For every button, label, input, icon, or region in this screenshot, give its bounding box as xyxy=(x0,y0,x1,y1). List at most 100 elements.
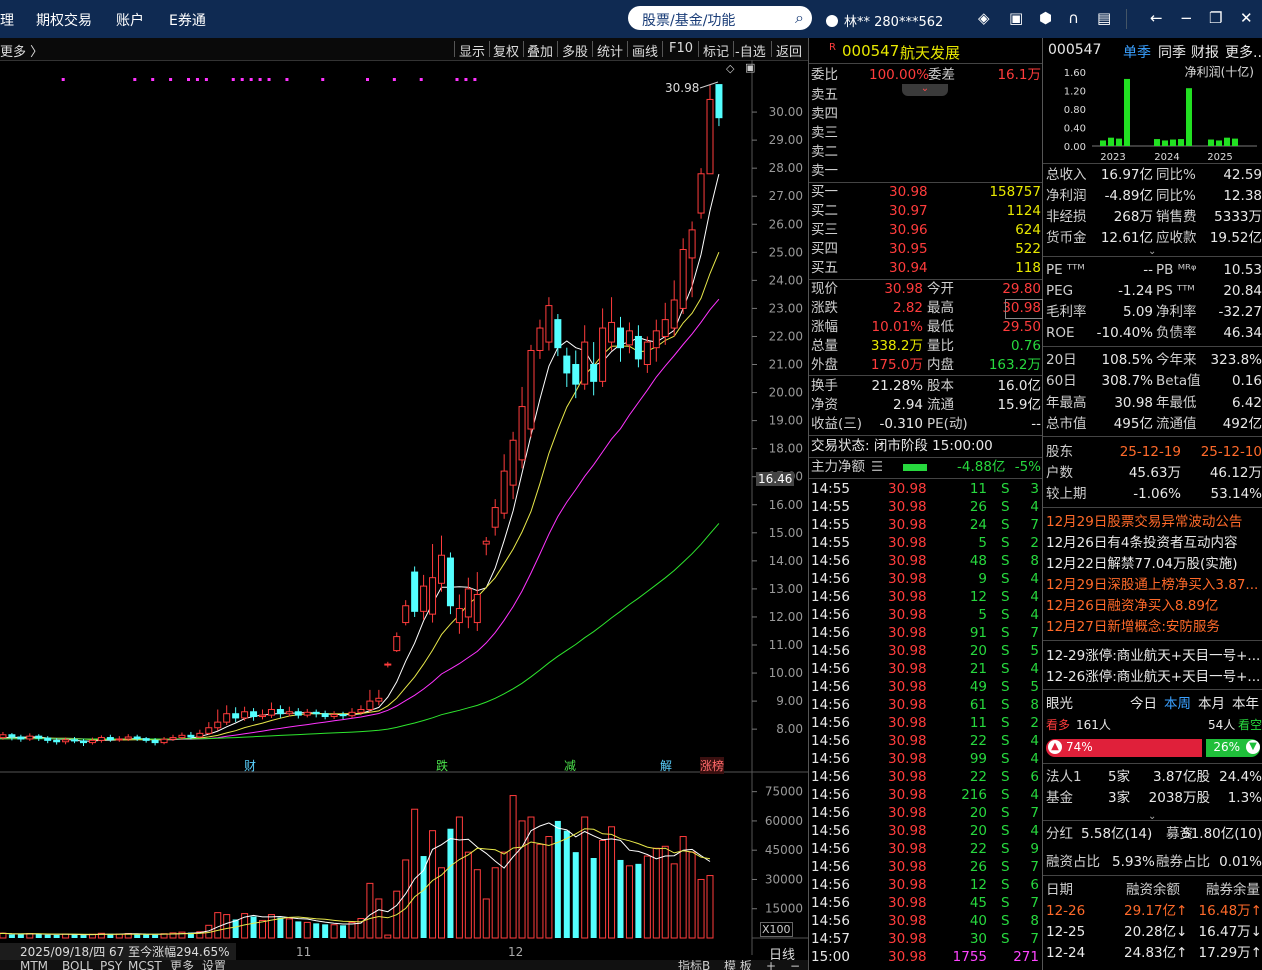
tick-row[interactable]: 14:56 30.98 20 S 7 xyxy=(811,804,1041,822)
sentiment-tab-year[interactable]: 本年 xyxy=(1232,695,1259,714)
event-marker-earnings[interactable]: 财 xyxy=(244,757,256,774)
tick-row[interactable]: 14:56 30.98 20 S 4 xyxy=(811,822,1041,840)
search-icon[interactable]: ⌕ xyxy=(795,8,804,28)
toolbar-multi-stock-button[interactable]: 多股 xyxy=(562,41,588,60)
document-icon[interactable]: ▣ xyxy=(1009,9,1023,27)
tick-row[interactable]: 14:56 30.98 26 S 7 xyxy=(811,858,1041,876)
indicator-b-button[interactable]: 指标B xyxy=(678,960,710,970)
toolbar-display-button[interactable]: 显示 xyxy=(459,41,485,60)
toolbar-draw-button[interactable]: 画线 xyxy=(632,41,658,60)
menu-item-options-trading[interactable]: 期权交易 xyxy=(36,10,92,30)
news-item[interactable]: 12月27日新增概念:安防服务 xyxy=(1046,617,1220,637)
headset-icon[interactable]: ∩ xyxy=(1068,9,1079,27)
message-icon[interactable]: ▤ xyxy=(1097,9,1111,27)
limit-up-news-item[interactable]: 12-26涨停:商业航天+天目一号+... xyxy=(1046,667,1260,687)
tick-row[interactable]: 14:56 30.98 11 S 2 xyxy=(811,714,1041,732)
tab-single-quarter[interactable]: 单季 xyxy=(1123,42,1151,62)
tick-row[interactable]: 14:56 30.98 22 S 4 xyxy=(811,732,1041,750)
expand-chevron-icon[interactable]: ⌄ xyxy=(1148,246,1156,257)
tick-row[interactable]: 14:56 30.98 45 S 7 xyxy=(811,894,1041,912)
toolbar-mark-button[interactable]: 标记 xyxy=(703,41,729,60)
tick-row[interactable]: 14:56 30.98 61 S 8 xyxy=(811,696,1041,714)
tab-psy[interactable]: PSY xyxy=(100,960,122,970)
buy-level-row[interactable]: 买一 30.98 158757 xyxy=(811,183,1041,202)
window-toggle-icon[interactable]: ▣ xyxy=(745,61,755,74)
toolbar-watchlist-button[interactable]: -自选 xyxy=(735,41,766,60)
tick-row[interactable]: 14:56 30.98 5 S 4 xyxy=(811,606,1041,624)
tick-row[interactable]: 14:56 30.98 99 S 4 xyxy=(811,750,1041,768)
kline-chart[interactable]: 30.00 29.00 28.00 27.00 26.00 25.00 24.00 23.00… xyxy=(0,60,808,970)
tick-row[interactable]: 14:56 30.98 20 S 5 xyxy=(811,642,1041,660)
settings-icon[interactable]: ⬢ xyxy=(1039,9,1052,27)
tick-row[interactable]: 14:56 30.98 22 S 9 xyxy=(811,840,1041,858)
tick-row[interactable]: 14:56 30.98 21 S 4 xyxy=(811,660,1041,678)
tick-row[interactable]: 14:55 30.98 5 S 2 xyxy=(811,534,1041,552)
news-item[interactable]: 12月22日解禁77.04万股(实施) xyxy=(1046,554,1238,574)
thumbs-up-icon[interactable]: ▲ xyxy=(1048,740,1062,754)
event-marker-top-list[interactable]: 涨榜 xyxy=(700,757,725,774)
news-item[interactable]: 12月29日股票交易异常波动公告 xyxy=(1046,512,1242,532)
tick-row[interactable]: 14:55 30.98 26 S 4 xyxy=(811,498,1041,516)
thumbs-down-icon[interactable]: ▼ xyxy=(1246,740,1260,754)
tab-finance-more[interactable]: 更多.. xyxy=(1225,42,1262,62)
toolbar-f10-button[interactable]: F10 xyxy=(669,41,693,56)
tab-more[interactable]: 更多 xyxy=(170,960,194,970)
tick-row[interactable]: 14:56 30.98 91 S 7 xyxy=(811,624,1041,642)
zoom-in-button[interactable]: + xyxy=(766,960,776,970)
layers-icon[interactable]: ◈ xyxy=(978,9,990,27)
tick-row[interactable]: 14:55 30.98 24 S 7 xyxy=(811,516,1041,534)
list-icon[interactable]: ☰ xyxy=(871,458,883,477)
buy-level-row[interactable]: 买四 30.95 522 xyxy=(811,240,1041,259)
sell-level-row[interactable]: 卖四 xyxy=(811,105,1041,124)
limit-up-news-item[interactable]: 12-29涨停:商业航天+天目一号+... xyxy=(1046,646,1260,666)
buy-level-row[interactable]: 买二 30.97 1124 xyxy=(811,202,1041,221)
toolbar-overlay-button[interactable]: 叠加 xyxy=(527,41,553,60)
zoom-out-button[interactable]: − xyxy=(790,960,800,970)
sentiment-tab-today[interactable]: 今日 xyxy=(1130,695,1157,714)
event-marker-unlock[interactable]: 解 xyxy=(660,757,672,774)
menu-item-0[interactable]: 理 xyxy=(0,10,14,30)
more-button[interactable]: 更多 〉 xyxy=(0,41,43,60)
tick-row[interactable]: 14:55 30.98 11 S 3 xyxy=(811,480,1041,498)
sentiment-tab-month[interactable]: 本月 xyxy=(1198,695,1225,714)
sell-level-row[interactable]: 卖五 xyxy=(811,86,1041,105)
close-icon[interactable]: ✕ xyxy=(1240,9,1253,27)
event-marker-reduce[interactable]: 减 xyxy=(564,757,576,774)
buy-level-row[interactable]: 买三 30.96 624 xyxy=(811,221,1041,240)
tab-settings[interactable]: 设置 xyxy=(202,960,226,970)
tick-row[interactable]: 14:56 30.98 40 S 8 xyxy=(811,912,1041,930)
event-marker-drop[interactable]: 跌 xyxy=(436,757,448,774)
tab-same-quarter[interactable]: 同季 xyxy=(1158,42,1186,62)
news-item[interactable]: 12月26日有4条投资者互动内容 xyxy=(1046,533,1237,553)
template-button[interactable]: 模 板 xyxy=(724,960,752,970)
toolbar-stats-button[interactable]: 统计 xyxy=(597,41,623,60)
tick-row[interactable]: 14:57 30.98 30 S 7 xyxy=(811,930,1041,948)
tab-mtm[interactable]: MTM xyxy=(20,960,48,970)
tick-row[interactable]: 14:56 30.98 12 S 4 xyxy=(811,588,1041,606)
diamond-icon[interactable]: ◇ xyxy=(726,62,734,75)
user-account[interactable]: 林** 280***562 xyxy=(826,11,943,30)
tick-row[interactable]: 14:56 30.98 9 S 4 xyxy=(811,570,1041,588)
toolbar-adjust-button[interactable]: 复权 xyxy=(493,41,519,60)
tick-row[interactable]: 14:56 30.98 12 S 6 xyxy=(811,876,1041,894)
tab-financial-report[interactable]: 财报 xyxy=(1191,42,1219,62)
search-box[interactable]: 股票/基金/功能 ⌕ xyxy=(628,6,812,30)
sell-level-row[interactable]: 卖三 xyxy=(811,124,1041,143)
tab-mcst[interactable]: MCST xyxy=(128,960,162,970)
news-item[interactable]: 12月26日融资净买入8.89亿 xyxy=(1046,596,1218,616)
toolbar-return-button[interactable]: 返回 xyxy=(776,41,802,60)
tick-row[interactable]: 15:00 30.98 1755 271 xyxy=(811,948,1041,966)
tick-row[interactable]: 14:56 30.98 22 S 6 xyxy=(811,768,1041,786)
sell-level-row[interactable]: 卖二 xyxy=(811,143,1041,162)
news-item[interactable]: 12月29日深股通上榜净买入3.87... xyxy=(1046,575,1258,595)
tick-row[interactable]: 14:56 30.98 48 S 8 xyxy=(811,552,1041,570)
sentiment-tab-week[interactable]: 本周 xyxy=(1164,695,1191,714)
back-arrow-icon[interactable]: ← xyxy=(1150,9,1163,27)
sell-level-row[interactable]: 卖一 xyxy=(811,162,1041,181)
sentiment-bar[interactable]: ▲ 74% 26% ▼ xyxy=(1046,739,1260,757)
maximize-icon[interactable]: ❐ xyxy=(1209,9,1222,27)
menu-item-e-securities[interactable]: E券通 xyxy=(169,10,206,30)
minimize-icon[interactable]: − xyxy=(1180,9,1193,27)
tick-row[interactable]: 14:56 30.98 49 S 5 xyxy=(811,678,1041,696)
tick-row[interactable]: 14:56 30.98 216 S 4 xyxy=(811,786,1041,804)
